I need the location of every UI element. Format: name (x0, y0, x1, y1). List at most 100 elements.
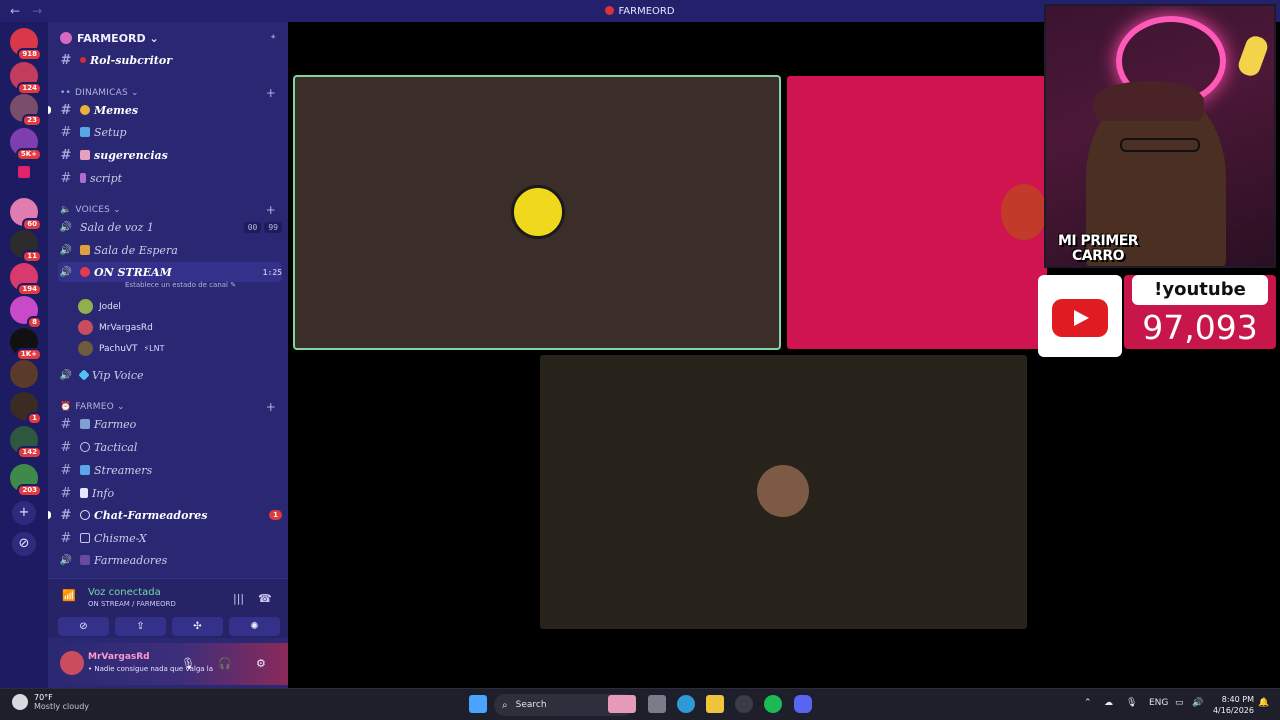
channel-chat-farmeadores[interactable]: # Chat-Farmeadores 1 (48, 505, 282, 525)
diamond-icon (78, 369, 90, 381)
server-icon[interactable]: 1 (10, 392, 42, 425)
server-icon[interactable]: 8 (10, 296, 42, 329)
channel-emoji-icon (80, 57, 86, 63)
participant-tile-speaking[interactable] (294, 76, 780, 349)
create-channel-icon[interactable]: + (266, 400, 276, 414)
voice-channel-on-stream[interactable]: 🔊 ON STREAM 1:25 (58, 262, 282, 282)
channel-setup[interactable]: # Setup (58, 122, 282, 142)
discord-icon[interactable] (794, 695, 812, 713)
channel-info[interactable]: # Info (58, 483, 282, 503)
signal-icon[interactable]: 📶 (62, 589, 76, 603)
category-voices[interactable]: 🔈 VOICES ⌄ + (60, 203, 276, 217)
clock[interactable]: 8:40 PM 4/16/2026 (1210, 694, 1254, 716)
voice-channel-sala-de-espera[interactable]: 🔊 Sala de Espera (58, 240, 282, 260)
voice-channel-farmeadores[interactable]: 🔊 Farmeadores (58, 550, 282, 570)
weather-widget[interactable]: 70°F Mostly cloudy (12, 693, 89, 711)
overlay-caption: MI PRIMER CARRO (1058, 233, 1139, 264)
channel-rol-subcritor[interactable]: # Rol-subcritor (58, 50, 282, 70)
app-icon[interactable] (735, 695, 753, 713)
server-icon[interactable]: 5K+ (10, 128, 42, 161)
voice-member[interactable]: Jodel (78, 299, 121, 314)
participant-tile[interactable] (787, 76, 1047, 349)
start-windows-icon[interactable] (469, 695, 487, 713)
channel-sugerencias[interactable]: # sugerencias (58, 145, 282, 165)
channel-streamers[interactable]: # Streamers (58, 460, 282, 480)
server-icon[interactable] (10, 360, 38, 388)
task-view-icon[interactable] (648, 695, 666, 713)
server-icon[interactable]: 124 (10, 62, 42, 95)
category-dinamicas[interactable]: •• DINAMICAS ⌄ + (60, 86, 276, 100)
camera-off-button[interactable]: ⊘ (58, 617, 109, 636)
onedrive-icon[interactable]: ☁ (1104, 698, 1113, 708)
disconnect-icon[interactable]: ☎ (258, 592, 272, 605)
text-channel-icon: # (60, 462, 72, 478)
notification-badge: 11 (22, 250, 42, 263)
noise-suppression-icon[interactable]: ||| (233, 592, 244, 605)
server-icon[interactable]: 203 (10, 464, 42, 497)
category-label: FARMEO ⌄ (75, 402, 125, 412)
voice-channel-icon: 🔊 (59, 554, 73, 566)
network-icon[interactable]: ▭ (1175, 698, 1184, 708)
voice-status-title[interactable]: Voz conectada (88, 587, 161, 598)
server-icon[interactable]: 11 (10, 230, 42, 263)
forward-arrow-icon[interactable]: → (32, 4, 42, 18)
language-indicator[interactable]: ENG (1149, 698, 1168, 708)
share-screen-button[interactable]: ⇪ (115, 617, 166, 636)
voice-channel-sala-de-voz[interactable]: 🔊 Sala de voz 1 00 99 (58, 217, 282, 237)
explore-servers-icon[interactable]: ⊘ (12, 532, 36, 556)
add-server-icon[interactable]: + (12, 501, 36, 525)
channel-chisme-x[interactable]: # Chisme-X (58, 528, 282, 548)
widgets-icon[interactable] (608, 695, 636, 713)
username[interactable]: MrVargasRd (88, 652, 150, 662)
avatar (78, 299, 93, 314)
server-icon[interactable]: 918 (10, 28, 42, 61)
voice-status-channel[interactable]: ON STREAM / FARMEORD (88, 600, 176, 608)
edge-browser-icon[interactable] (677, 695, 695, 713)
server-icon[interactable]: 194 (10, 263, 42, 296)
voice-channel-vip-voice[interactable]: 🔊 Vip Voice (58, 365, 282, 385)
server-icon[interactable]: 142 (10, 426, 42, 459)
create-channel-icon[interactable]: + (266, 203, 276, 217)
notification-badge: 203 (17, 484, 42, 497)
member-name: PachuVT (99, 343, 138, 354)
channel-emoji-icon (80, 555, 90, 565)
live-dot-icon (80, 267, 90, 277)
participant-tile[interactable] (540, 355, 1027, 629)
microphone-tray-icon[interactable]: 🎙 (1126, 698, 1137, 708)
voice-member[interactable]: PachuVT ⚡LNT (78, 341, 165, 356)
channel-memes[interactable]: # Memes (48, 100, 282, 120)
category-farmeo[interactable]: ⏰ FARMEO ⌄ + (60, 400, 276, 414)
back-arrow-icon[interactable]: ← (10, 4, 20, 18)
cap-icon (1094, 81, 1204, 121)
activities-button[interactable]: ✣ (172, 617, 223, 636)
server-icon[interactable]: 23 (10, 94, 42, 127)
eyes-icon (80, 533, 90, 543)
voice-member[interactable]: MrVargasRd (78, 320, 153, 335)
unread-indicator (48, 106, 51, 114)
soundboard-button[interactable]: ✺ (229, 617, 280, 636)
subscriber-count: 97,093 (1142, 308, 1258, 347)
microphone-icon[interactable]: 🎙 (181, 657, 195, 670)
create-channel-icon[interactable]: + (266, 86, 276, 100)
channel-farmeo[interactable]: # Farmeo (58, 414, 282, 434)
channel-tactical[interactable]: # Tactical (58, 437, 282, 457)
headphones-icon[interactable]: 🎧 (218, 657, 232, 670)
spotify-icon[interactable] (764, 695, 782, 713)
channel-label: sugerencias (94, 148, 168, 162)
notification-badge: 23 (22, 114, 42, 127)
show-hidden-icons-icon[interactable]: ⌃ (1084, 698, 1092, 708)
server-icon[interactable]: 60 (10, 198, 42, 231)
settings-gear-icon[interactable]: ⚙ (256, 657, 266, 670)
avatar[interactable] (60, 651, 84, 675)
notification-bell-icon[interactable]: 🔔 (1258, 698, 1269, 708)
voice-channel-icon: 🔊 (59, 369, 73, 381)
file-explorer-icon[interactable] (706, 695, 724, 713)
server-icon[interactable]: 1K+ (10, 328, 42, 361)
caption-line-1: MI PRIMER (1058, 233, 1139, 249)
set-channel-status[interactable]: Establece un estado de canal ✎ (125, 281, 236, 289)
volume-icon[interactable]: 🔊 (1192, 698, 1203, 708)
folder-icon[interactable] (18, 166, 30, 178)
invite-people-icon[interactable]: ⁺ (270, 32, 276, 45)
channel-script[interactable]: # script (58, 168, 282, 188)
channel-label: Tactical (94, 440, 138, 454)
